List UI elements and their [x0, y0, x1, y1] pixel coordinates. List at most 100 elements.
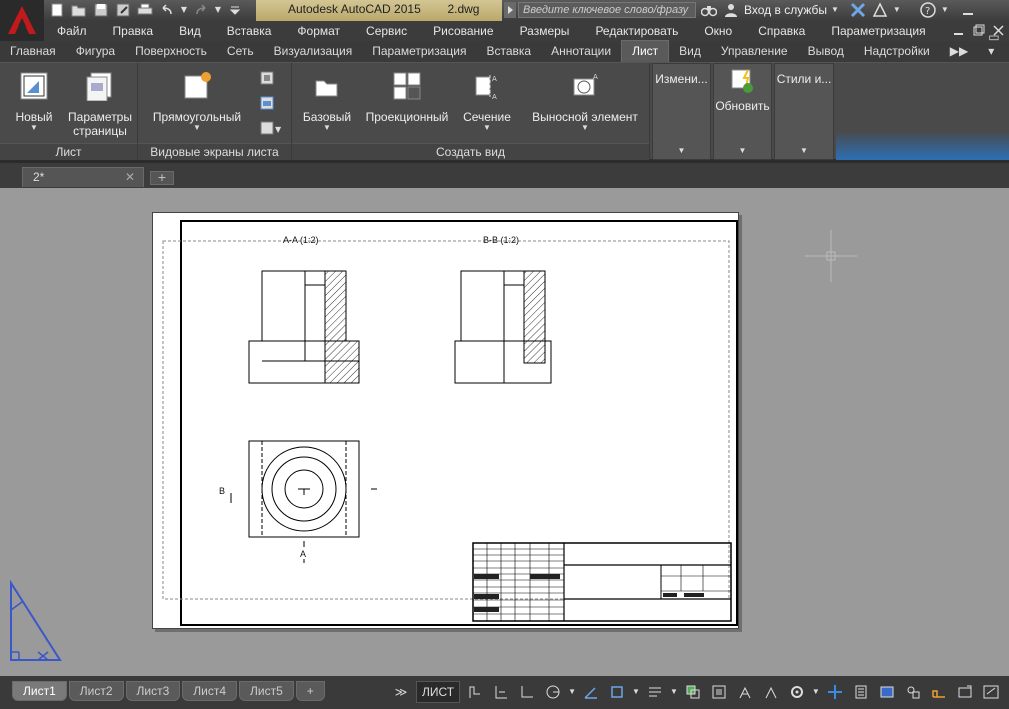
layout-tab-2[interactable]: Лист2 [68, 681, 124, 701]
isolate-objects-icon[interactable] [902, 681, 924, 703]
annotation-scale-icon[interactable] [734, 681, 756, 703]
grid-snap-icon[interactable] [464, 681, 486, 703]
tab-insert[interactable]: Вставка [477, 41, 542, 62]
close-tab-icon[interactable]: ✕ [125, 168, 135, 186]
base-view-button[interactable]: Базовый ▼ [300, 71, 354, 132]
lineweight-dropdown-icon[interactable]: ▼ [670, 688, 678, 696]
viewport-lock-icon[interactable] [260, 96, 282, 113]
menu-window[interactable]: Окно [691, 24, 745, 38]
menu-dimension[interactable]: Размеры [507, 24, 583, 38]
object-snap-dropdown-icon[interactable]: ▼ [632, 688, 640, 696]
qat-customize-icon[interactable] [226, 1, 244, 19]
exchange-apps-icon[interactable] [849, 1, 867, 19]
viewport-maximize-icon[interactable] [708, 681, 730, 703]
save-icon[interactable] [92, 1, 110, 19]
help-search-input[interactable]: Введите ключевое слово/фразу [518, 2, 696, 18]
doc-minimize-icon[interactable] [953, 23, 965, 40]
tab-view[interactable]: Вид [669, 41, 711, 62]
layout-tab-4[interactable]: Лист4 [182, 681, 237, 701]
menu-view[interactable]: Вид [166, 24, 214, 38]
selection-cycling-icon[interactable] [682, 681, 704, 703]
page-setup-button[interactable]: Параметры страницы [64, 71, 136, 138]
ribbon-minimize-icon[interactable]: ▭ ▾ [978, 27, 1009, 62]
workspace-gear-icon[interactable] [786, 681, 808, 703]
tab-layout[interactable]: Лист [621, 40, 670, 62]
stay-connected-icon[interactable] [871, 1, 889, 19]
menu-help[interactable]: Справка [745, 24, 818, 38]
open-file-icon[interactable] [70, 1, 88, 19]
object-snap-icon[interactable] [606, 681, 628, 703]
section-view-aa[interactable] [248, 270, 360, 384]
panel-styles[interactable]: Стили и... ▼ [774, 63, 834, 160]
plan-view[interactable] [230, 440, 377, 563]
lineweight-icon[interactable] [644, 681, 666, 703]
help-dropdown-icon[interactable]: ▼ [941, 6, 949, 14]
layout-tab-5[interactable]: Лист5 [239, 681, 294, 701]
redo-dropdown-icon[interactable]: ▼ [214, 1, 222, 19]
menu-draw[interactable]: Рисование [420, 24, 506, 38]
layout-overflow-icon[interactable]: ≫ [390, 681, 412, 703]
menu-edit[interactable]: Правка [100, 24, 167, 38]
tab-manage[interactable]: Управление [711, 41, 798, 62]
units-icon[interactable] [850, 681, 872, 703]
binoculars-icon[interactable] [700, 1, 718, 19]
section-view-bb[interactable] [454, 270, 552, 384]
application-menu-button[interactable] [0, 0, 44, 40]
drawing-canvas[interactable]: A-A (1:2) B-B (1:2) B A [0, 188, 1009, 676]
user-icon[interactable] [722, 1, 740, 19]
stay-connected-dropdown-icon[interactable]: ▼ [893, 6, 901, 14]
panel-modify-view[interactable]: Измени... ▼ [652, 63, 711, 160]
projected-view-button[interactable]: Проекционный [360, 71, 454, 124]
tab-surface[interactable]: Поверхность [125, 41, 217, 62]
tab-solid[interactable]: Фигура [66, 41, 125, 62]
minimize-icon[interactable] [959, 1, 977, 19]
layout-tab-1[interactable]: Лист1 [12, 681, 67, 701]
tab-mesh[interactable]: Сеть [217, 41, 264, 62]
section-view-button[interactable]: AA Сечение ▼ [458, 71, 516, 132]
hardware-acceleration-icon[interactable] [876, 681, 898, 703]
plot-icon[interactable] [136, 1, 154, 19]
panel-update[interactable]: Обновить ▼ [713, 63, 772, 160]
tab-parametric[interactable]: Параметризация [362, 41, 476, 62]
polar-tracking-icon[interactable] [542, 681, 564, 703]
redo-icon[interactable] [192, 1, 210, 19]
tab-render[interactable]: Визуализация [264, 41, 363, 62]
document-tab[interactable]: 2* ✕ [22, 167, 144, 187]
viewport-restore-icon[interactable]: ▼ [260, 121, 282, 138]
model-paper-space-toggle[interactable]: ЛИСТ [416, 681, 461, 703]
menu-parametric[interactable]: Параметризация [818, 24, 938, 38]
help-icon[interactable]: ? [919, 1, 937, 19]
undo-dropdown-icon[interactable]: ▼ [180, 1, 188, 19]
sign-in-link[interactable]: Вход в службы [744, 3, 827, 17]
annotation-monitor-icon[interactable] [824, 681, 846, 703]
tab-output[interactable]: Вывод [798, 41, 854, 62]
new-layout-button[interactable]: Новый ▼ [10, 71, 58, 132]
ortho-icon[interactable] [516, 681, 538, 703]
add-layout-button[interactable]: + [295, 681, 325, 701]
more-tabs-icon[interactable]: ▶▶ [940, 41, 978, 62]
infer-constraints-icon[interactable] [490, 681, 512, 703]
new-file-icon[interactable] [48, 1, 66, 19]
menu-insert[interactable]: Вставка [214, 24, 285, 38]
detail-view-button[interactable]: A Выносной элемент ▼ [528, 71, 642, 132]
update-button[interactable]: Обновить [714, 68, 771, 113]
tab-annotate[interactable]: Аннотации [541, 41, 621, 62]
menu-tools[interactable]: Сервис [353, 24, 420, 38]
title-expand-button[interactable] [504, 2, 516, 18]
save-as-icon[interactable] [114, 1, 132, 19]
lock-ui-icon[interactable] [928, 681, 950, 703]
menu-modify[interactable]: Редактировать [582, 24, 691, 38]
new-tab-button[interactable]: + [150, 171, 174, 185]
annotation-visibility-icon[interactable] [760, 681, 782, 703]
clean-screen-icon[interactable] [954, 681, 976, 703]
undo-icon[interactable] [158, 1, 176, 19]
sign-in-dropdown-icon[interactable]: ▼ [831, 6, 839, 14]
fullscreen-icon[interactable] [980, 681, 1002, 703]
isodraft-icon[interactable] [580, 681, 602, 703]
layout-tab-3[interactable]: Лист3 [125, 681, 181, 701]
viewport-clip-icon[interactable] [260, 71, 282, 88]
tab-addins[interactable]: Надстройки [854, 41, 940, 62]
workspace-dropdown-icon[interactable]: ▼ [812, 688, 820, 696]
polar-dropdown-icon[interactable]: ▼ [568, 688, 576, 696]
rectangular-viewport-button[interactable]: Прямоугольный ▼ [146, 71, 248, 132]
